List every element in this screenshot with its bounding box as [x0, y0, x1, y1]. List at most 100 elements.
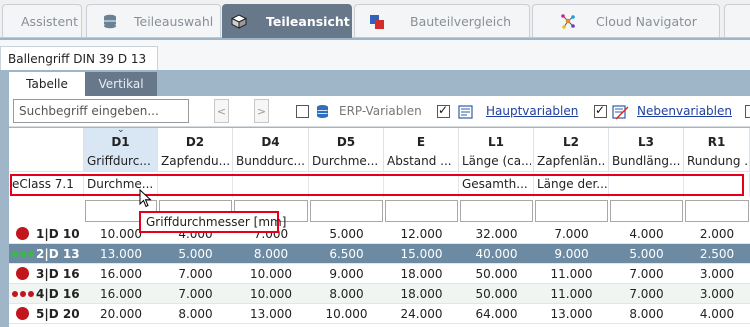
table-cell: 6.500 — [329, 247, 364, 261]
table-cell: 13.000 — [550, 307, 593, 321]
secondary-variables-link[interactable]: Nebenvariablen — [637, 104, 732, 118]
column-description: Durchme... — [312, 154, 379, 168]
column-header-e[interactable]: E Abstand ... — [384, 128, 459, 172]
document-tab[interactable]: Ballengriff DIN 39 D 13 — [0, 46, 158, 70]
search-input[interactable]: Suchbegriff eingeben... — [13, 99, 189, 123]
column-code: R1 — [707, 135, 726, 149]
table-row-selected[interactable]: 2|D 13 13.000 5.000 8.000 6.500 15.000 4… — [9, 244, 750, 264]
table-cell: 7.000 — [629, 287, 664, 301]
next-button[interactable]: > — [254, 99, 269, 123]
status-dot-icon — [28, 251, 34, 257]
column-description: Bunddurc... — [236, 154, 305, 168]
column-code: L2 — [563, 135, 579, 149]
table-row[interactable]: 1|D 10 10.000 4.000 7.000 5.000 12.000 3… — [9, 224, 750, 244]
status-red-icon — [16, 307, 29, 320]
tab-label: Teileansicht — [266, 14, 350, 29]
table-cell: 5.000 — [178, 247, 213, 261]
filter-input-d5[interactable] — [310, 200, 383, 222]
column-description: Zapfendu... — [161, 154, 230, 168]
row-label: 5|D 20 — [36, 307, 80, 321]
erp-variables-checkbox[interactable] — [296, 105, 309, 118]
column-header-l2[interactable]: L2 Zapfenlän... — [534, 128, 609, 172]
column-description: Rundung ... — [687, 154, 747, 168]
more-options-checkbox[interactable] — [745, 105, 750, 118]
column-code: D5 — [336, 135, 356, 149]
table-cell: 64.000 — [475, 307, 518, 321]
column-code: D1 — [111, 135, 130, 149]
tab-bauteilvergleich[interactable]: Bauteilvergleich — [354, 4, 530, 37]
status-red-icon — [16, 267, 29, 280]
eclass-row-highlight — [10, 174, 744, 196]
filter-input-l3[interactable] — [610, 200, 683, 222]
column-tooltip: Griffdurchmesser [mm] — [139, 211, 286, 233]
table-cell: 8.000 — [178, 307, 213, 321]
status-dot-icon — [20, 291, 26, 297]
column-description: Abstand ... — [387, 154, 452, 168]
table-cell: 16.000 — [100, 267, 142, 281]
table-cell: 7.000 — [178, 267, 213, 281]
column-header-d5[interactable]: D5 Durchme... — [309, 128, 384, 172]
status-dot-icon — [12, 291, 18, 297]
row-label: 4|D 16 — [36, 287, 80, 301]
filter-input-l1[interactable] — [460, 200, 533, 222]
tab-overflow[interactable] — [724, 4, 750, 37]
status-red-icon — [16, 227, 29, 240]
row-label: 1|D 10 — [36, 227, 80, 241]
erp-variables-label: ERP-Variablen — [339, 104, 422, 118]
filter-input-l2[interactable] — [535, 200, 608, 222]
secondary-variables-checkbox[interactable] — [594, 103, 607, 118]
parts-table: ⌄ D1 Griffdurc... D2 Zapfendu... D4 Bund… — [9, 128, 750, 327]
tab-tabelle[interactable]: Tabelle — [9, 72, 85, 96]
table-row[interactable]: 5|D 20 20.000 8.000 13.000 10.000 24.000… — [9, 304, 750, 324]
table-row[interactable]: 4|D 16 16.000 7.000 10.000 8.000 18.000 … — [9, 284, 750, 304]
main-variables-link[interactable]: Hauptvariablen — [486, 104, 578, 118]
table-cell: 11.000 — [550, 267, 593, 281]
compare-parts-icon — [370, 15, 384, 29]
column-header-l3[interactable]: L3 Bundläng... — [609, 128, 684, 172]
filter-input-e[interactable] — [385, 200, 458, 222]
table-cell: 12.000 — [400, 227, 443, 241]
table-cell: 5.000 — [329, 227, 364, 241]
table-cell: 2.500 — [699, 247, 735, 261]
table-cell: 50.000 — [475, 287, 518, 301]
table-cell: 11.000 — [550, 287, 593, 301]
table-cell: 9.000 — [554, 247, 589, 261]
column-code: L3 — [638, 135, 654, 149]
cloud-network-icon — [561, 14, 575, 29]
sort-chevron-icon: ⌄ — [117, 128, 125, 135]
column-header-d2[interactable]: D2 Zapfendu... — [158, 128, 233, 172]
table-cell: 32.000 — [475, 227, 518, 241]
status-dot-icon — [20, 251, 26, 257]
table-cell: 4.000 — [699, 307, 735, 321]
cube-icon — [231, 14, 247, 29]
column-header-r1[interactable]: R1 Rundung ... — [684, 128, 750, 172]
tab-vertikal[interactable]: Vertikal — [85, 72, 157, 96]
table-cell: 18.000 — [400, 267, 443, 281]
tab-label: Assistent — [21, 13, 78, 29]
tab-cloud-navigator[interactable]: Cloud Navigator — [532, 4, 720, 37]
table-cell: 13.000 — [250, 307, 292, 321]
column-header-d4[interactable]: D4 Bunddurc... — [233, 128, 309, 172]
tab-label: Teileauswahl — [134, 13, 214, 29]
tab-teileansicht[interactable]: Teileansicht — [222, 4, 352, 38]
main-variables-checkbox[interactable] — [437, 103, 450, 118]
filter-input-r1[interactable] — [685, 200, 749, 222]
column-header-l1[interactable]: L1 Länge (ca... — [459, 128, 534, 172]
tab-assistent[interactable]: Assistent — [2, 4, 82, 37]
column-header-d1[interactable]: ⌄ D1 Griffdurc... — [84, 128, 158, 172]
erp-database-icon — [317, 105, 328, 118]
table-cell: 8.000 — [629, 307, 664, 321]
table-cell: 9.000 — [329, 267, 364, 281]
table-cell: 13.000 — [100, 247, 142, 261]
prev-button[interactable]: < — [214, 99, 229, 123]
database-stack-icon — [104, 14, 116, 29]
table-cell: 18.000 — [400, 287, 443, 301]
table-row[interactable]: 3|D 16 16.000 7.000 10.000 9.000 18.000 … — [9, 264, 750, 284]
table-toolbar: Suchbegriff eingeben... < > ERP-Variable… — [9, 96, 750, 127]
tab-teileauswahl[interactable]: Teileauswahl — [86, 4, 221, 37]
table-cell: 7.000 — [178, 287, 213, 301]
table-cell: 10.000 — [250, 287, 292, 301]
table-cell: 8.000 — [329, 287, 364, 301]
row-label: 2|D 13 — [36, 247, 80, 261]
column-code: E — [416, 135, 426, 149]
